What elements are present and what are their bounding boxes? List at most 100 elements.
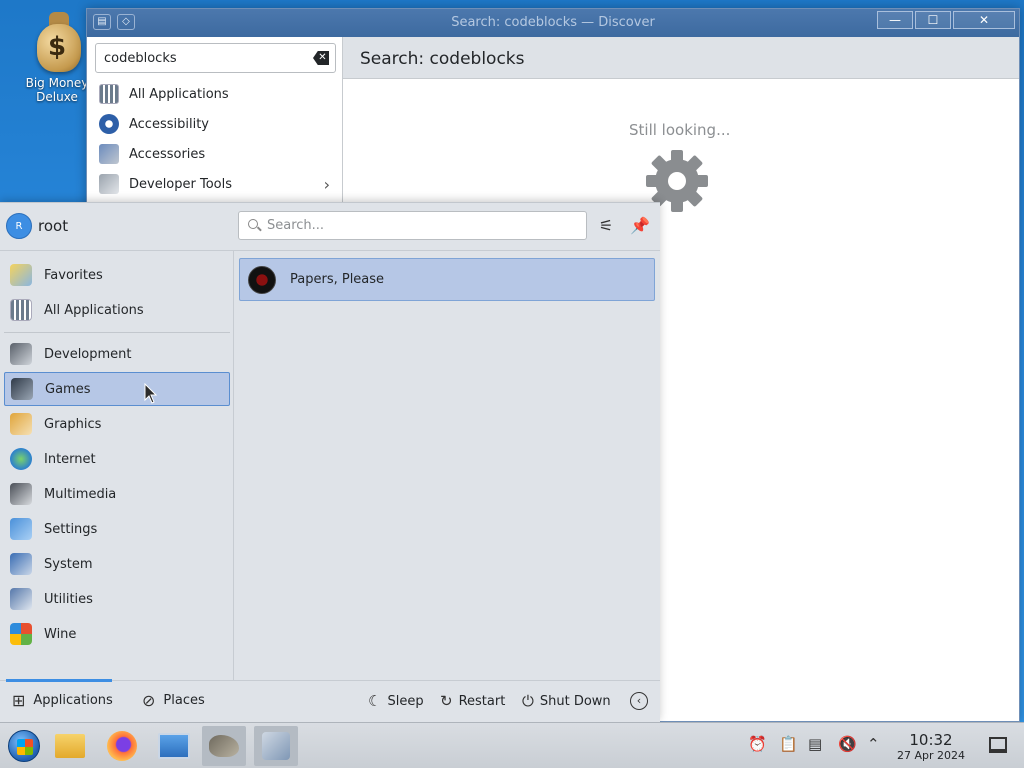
developer-tools-icon <box>99 174 119 194</box>
clipboard-icon[interactable]: 📋 <box>779 735 798 753</box>
minimize-button[interactable]: — <box>877 11 913 29</box>
papers-please-icon <box>248 265 276 294</box>
klipper-icon[interactable]: ▤ <box>808 735 822 753</box>
discover-sidebar-item-accessories[interactable]: Accessories <box>87 139 342 169</box>
sidebar-item-label: Developer Tools <box>129 176 233 192</box>
start-menu-button[interactable] <box>2 726 46 766</box>
category-development[interactable]: Development <box>4 337 230 371</box>
sleep-icon: ☾ <box>368 692 382 710</box>
show-hidden-icons-icon[interactable]: ⌃ <box>867 735 880 753</box>
tab-applications[interactable]: ⊞ Applications <box>6 679 113 710</box>
taskbar-discover[interactable] <box>254 726 298 766</box>
settings-icon <box>10 518 32 540</box>
category-label: Development <box>44 346 132 362</box>
sidebar-item-label: All Applications <box>129 86 229 102</box>
money-bag-icon: $ <box>31 8 83 72</box>
accessibility-icon <box>99 114 119 134</box>
shutdown-button[interactable]: ⏻ Shut Down <box>522 692 611 710</box>
digital-clock[interactable]: 10:32 27 Apr 2024 <box>893 731 969 762</box>
chevron-left-circle-icon: ‹ <box>630 692 648 710</box>
taskbar-gimp[interactable] <box>202 726 246 766</box>
configure-sliders-icon[interactable]: ⚟ <box>595 215 617 237</box>
discover-page-title: Search: codeblocks <box>343 37 1019 79</box>
restart-icon: ↻ <box>440 692 453 710</box>
mouse-cursor <box>144 383 158 404</box>
application-launcher: R root Search... ⚟ 📌 Favorites All Appli… <box>0 202 660 722</box>
discover-icon <box>262 732 290 760</box>
launcher-search-input[interactable]: Search... <box>238 211 587 240</box>
multimedia-icon <box>10 483 32 505</box>
file-manager-icon <box>55 734 85 758</box>
search-icon <box>248 219 258 229</box>
taskbar-file-manager[interactable] <box>48 726 92 766</box>
clock-time: 10:32 <box>909 731 953 749</box>
category-utilities[interactable]: Utilities <box>4 582 230 616</box>
launcher-categories: Favorites All Applications Development G… <box>0 251 234 680</box>
search-placeholder: Search... <box>267 218 325 233</box>
user-name: root <box>38 217 69 235</box>
pin-icon[interactable]: 📌 <box>629 215 651 237</box>
clock-date: 27 Apr 2024 <box>896 749 965 762</box>
games-icon <box>11 378 33 400</box>
maximize-button[interactable]: ☐ <box>915 11 951 29</box>
category-label: Graphics <box>44 416 102 432</box>
category-games[interactable]: Games <box>4 372 230 406</box>
taskbar-system-settings[interactable] <box>152 726 196 766</box>
discover-search-value: codeblocks <box>104 51 177 66</box>
discover-search-field[interactable]: codeblocks ✕ <box>95 43 336 73</box>
category-label: System <box>44 556 93 572</box>
window-titlebar[interactable]: ▤ ◇ Search: codeblocks — Discover — ☐ ✕ <box>87 9 1019 37</box>
clear-search-icon[interactable]: ✕ <box>313 51 329 65</box>
accessories-icon <box>99 144 119 164</box>
power-icon: ⏻ <box>522 692 534 710</box>
category-wine[interactable]: Wine <box>4 617 230 651</box>
category-settings[interactable]: Settings <box>4 512 230 546</box>
discover-sidebar-item-all-applications[interactable]: All Applications <box>87 79 342 109</box>
category-internet[interactable]: Internet <box>4 442 230 476</box>
category-label: Utilities <box>44 591 93 607</box>
notifications-icon[interactable]: ⏰ <box>748 735 767 753</box>
category-all-applications[interactable]: All Applications <box>4 293 230 327</box>
internet-icon <box>10 448 32 470</box>
grid-icon <box>10 299 32 321</box>
compass-icon: ⊘ <box>142 691 156 710</box>
loading-status: Still looking... <box>629 121 731 139</box>
discover-sidebar-item-accessibility[interactable]: Accessibility <box>87 109 342 139</box>
chevron-right-icon: › <box>323 174 330 194</box>
sidebar-item-label: Accessibility <box>129 116 209 132</box>
development-icon <box>10 343 32 365</box>
system-settings-icon <box>158 733 190 759</box>
app-result-papers-please[interactable]: Papers, Please <box>239 258 655 301</box>
category-system[interactable]: System <box>4 547 230 581</box>
launcher-footer: ⊞ Applications ⊘ Places ☾ Sleep ↻ Restar… <box>0 679 660 722</box>
launcher-header: R root Search... ⚟ 📌 <box>0 203 660 251</box>
category-label: Multimedia <box>44 486 117 502</box>
volume-muted-icon[interactable]: 🔇 <box>838 735 857 753</box>
category-favorites[interactable]: Favorites <box>4 258 230 292</box>
firefox-icon <box>107 731 137 761</box>
category-label: Wine <box>44 626 77 642</box>
category-label: All Applications <box>44 302 144 318</box>
close-button[interactable]: ✕ <box>953 11 1015 29</box>
wine-icon <box>10 623 32 645</box>
taskbar-firefox[interactable] <box>100 726 144 766</box>
grid-icon <box>99 84 119 104</box>
sleep-button[interactable]: ☾ Sleep <box>368 692 424 710</box>
restart-button[interactable]: ↻ Restart <box>440 692 505 710</box>
category-label: Favorites <box>44 267 103 283</box>
utilities-icon <box>10 588 32 610</box>
category-graphics[interactable]: Graphics <box>4 407 230 441</box>
category-separator <box>4 332 230 333</box>
show-desktop-icon[interactable] <box>989 737 1007 753</box>
tab-places[interactable]: ⊘ Places <box>142 691 205 710</box>
category-multimedia[interactable]: Multimedia <box>4 477 230 511</box>
favorites-icon <box>10 264 32 286</box>
gimp-icon <box>209 735 239 757</box>
discover-sidebar-item-developer-tools[interactable]: Developer Tools › <box>87 169 342 199</box>
category-label: Internet <box>44 451 96 467</box>
launcher-results: Papers, Please <box>234 251 660 680</box>
leave-menu-button[interactable]: ‹ <box>630 692 654 710</box>
system-icon <box>10 553 32 575</box>
avatar[interactable]: R <box>6 213 32 239</box>
taskbar: ⏰ 📋 ▤ 🔇 ⌃ 10:32 27 Apr 2024 <box>0 722 1024 768</box>
